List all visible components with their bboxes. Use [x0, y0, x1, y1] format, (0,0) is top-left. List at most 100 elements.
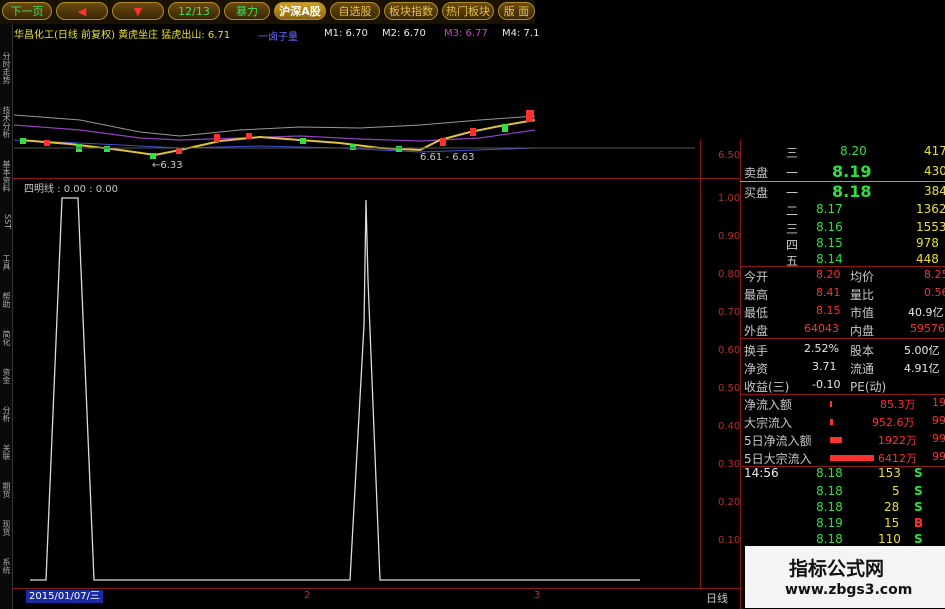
flow-value: 1922万 — [878, 434, 917, 447]
axis-tick: 0.30 — [718, 459, 741, 470]
stat-value: 8.41 — [816, 286, 841, 299]
divider — [740, 394, 945, 395]
stat-label: 外盘 — [744, 324, 769, 338]
stat-value: 3.71 — [812, 360, 837, 373]
flow-label: 5日净流入额 — [744, 434, 812, 448]
axis-tick: 0.40 — [718, 421, 741, 432]
stat-row: 最高 8.41 量比 0.56 — [744, 286, 945, 303]
tick-row: 14:56 8.18 153 S — [744, 466, 923, 480]
level-volume: 384 — [924, 184, 945, 198]
stat-label: 市值 — [850, 306, 875, 320]
tick-volume: 28 — [884, 500, 900, 514]
next-page-button[interactable]: 下一页 — [2, 2, 52, 20]
tick-side: B — [914, 516, 924, 530]
level-price: 8.16 — [816, 220, 843, 234]
flow-label: 5日大宗流入 — [744, 452, 812, 466]
panel-divider — [12, 178, 740, 179]
price-low-label: ←6.33 — [152, 160, 183, 171]
axis-divider — [700, 140, 701, 588]
axis-tick: 0.80 — [718, 269, 741, 280]
bottom-mark-3: 3 — [534, 590, 541, 601]
hot-sector-button[interactable]: 热门板块 — [442, 2, 494, 20]
tick-price: 8.18 — [816, 532, 843, 546]
stat-label: 量比 — [850, 288, 875, 302]
flow-bar — [830, 419, 833, 425]
legend-m4: M4: 7.1 — [502, 28, 540, 39]
level-price: 8.17 — [816, 202, 843, 216]
bottom-border — [12, 588, 740, 589]
period-label[interactable]: 日线 — [706, 590, 728, 606]
buy-label: 买盘 — [744, 186, 769, 200]
watermark: 指标公式网 www.zbgs3.com — [745, 546, 945, 608]
indicator-chart — [30, 197, 640, 581]
tick-price: 8.18 — [816, 484, 843, 498]
axis-tick: 0.20 — [718, 497, 741, 508]
level-label: 三 — [786, 146, 799, 160]
stat-row: 外盘 64043 内盘 59576 — [744, 322, 945, 339]
level-volume: 430 — [924, 164, 945, 178]
divider — [740, 338, 945, 339]
legend-m2: M2: 6.70 — [382, 28, 426, 39]
stat-row: 净资 3.71 流通 4.91亿 — [744, 360, 940, 377]
stat-label: 流通 — [850, 362, 875, 376]
sector-index-button[interactable]: 板块指数 — [384, 2, 438, 20]
flow-value: 85.3万 — [880, 398, 916, 411]
tick-price: 8.18 — [816, 466, 843, 480]
price-chart — [13, 110, 695, 159]
flow-tail: 99 — [932, 432, 945, 445]
stat-value: 8.15 — [816, 304, 841, 317]
flow-label: 净流入额 — [744, 398, 793, 412]
moving-average-lines — [13, 114, 536, 157]
watchlist-button[interactable]: 自选股 — [330, 2, 380, 20]
toolbar: 下一页 ◀ ▼ 12/13 暴力 沪深A股 自选股 板块指数 热门板块 版 面 — [0, 0, 535, 24]
flow-tail: 99 — [932, 450, 945, 463]
stat-value: 5.00亿 — [904, 344, 940, 357]
stat-value: 2.52% — [804, 342, 839, 355]
prev-button[interactable]: ◀ — [56, 2, 108, 20]
level-price: 8.18 — [832, 182, 872, 201]
flow-tail: 99 — [932, 414, 945, 427]
axis-tick: 0.70 — [718, 307, 741, 318]
indicator-line — [30, 197, 640, 581]
flow-row: 大宗流入 952.6万 99 — [744, 414, 945, 431]
stat-label: PE(动) — [850, 380, 887, 394]
cursor-date: 2015/01/07/三 — [26, 590, 104, 603]
tick-volume: 15 — [884, 516, 900, 530]
stat-label: 净资 — [744, 362, 769, 376]
stat-label: 股本 — [850, 344, 875, 358]
tick-side: S — [914, 500, 923, 514]
level-price: 8.15 — [816, 236, 843, 250]
level-label: 一 — [786, 186, 799, 200]
flow-row: 5日净流入额 1922万 99 — [744, 432, 945, 449]
stat-label: 最低 — [744, 306, 769, 320]
orderbook-buy-row: 四 8.15 978 — [786, 236, 939, 253]
stat-value: 64043 — [804, 322, 839, 335]
flow-label: 大宗流入 — [744, 416, 793, 430]
stat-label: 收益(三) — [744, 380, 790, 394]
level-price: 8.14 — [816, 252, 843, 266]
market-shsz-a-button[interactable]: 沪深A股 — [274, 2, 326, 20]
stat-label: 换手 — [744, 344, 769, 358]
orderbook-sell-row: 卖盘 一 8.19 430 — [744, 162, 945, 181]
flow-value: 952.6万 — [872, 416, 915, 429]
orderbook-sell-row: 三 8.20 417 — [786, 144, 945, 161]
watermark-url: www.zbgs3.com — [785, 582, 913, 598]
down-button[interactable]: ▼ — [112, 2, 164, 20]
tick-volume: 110 — [878, 532, 901, 546]
stat-label: 最高 — [744, 288, 769, 302]
tick-volume: 5 — [892, 484, 900, 498]
stat-label: 今开 — [744, 270, 769, 284]
level-volume: 448 — [916, 252, 939, 266]
layout-button[interactable]: 版 面 — [498, 2, 535, 20]
level-price: 8.19 — [832, 162, 872, 181]
axis-tick: 0.10 — [718, 535, 741, 546]
orderbook-buy-row: 二 8.17 1362 — [786, 202, 945, 219]
tick-side: S — [914, 466, 923, 480]
axis-tick: 0.60 — [718, 345, 741, 356]
stat-row: 最低 8.15 市值 40.9亿 — [744, 304, 944, 321]
page-counter-button[interactable]: 12/13 — [168, 2, 220, 20]
chart-title: 华昌化工(日线 前复权) 黄虎坐庄 猛虎出山: 6.71 — [14, 30, 231, 41]
orderbook-buy-row: 买盘 一 8.18 384 — [744, 182, 945, 201]
violent-button[interactable]: 暴力 — [224, 2, 270, 20]
stat-row: 今开 8.20 均价 8.25 — [744, 268, 945, 285]
